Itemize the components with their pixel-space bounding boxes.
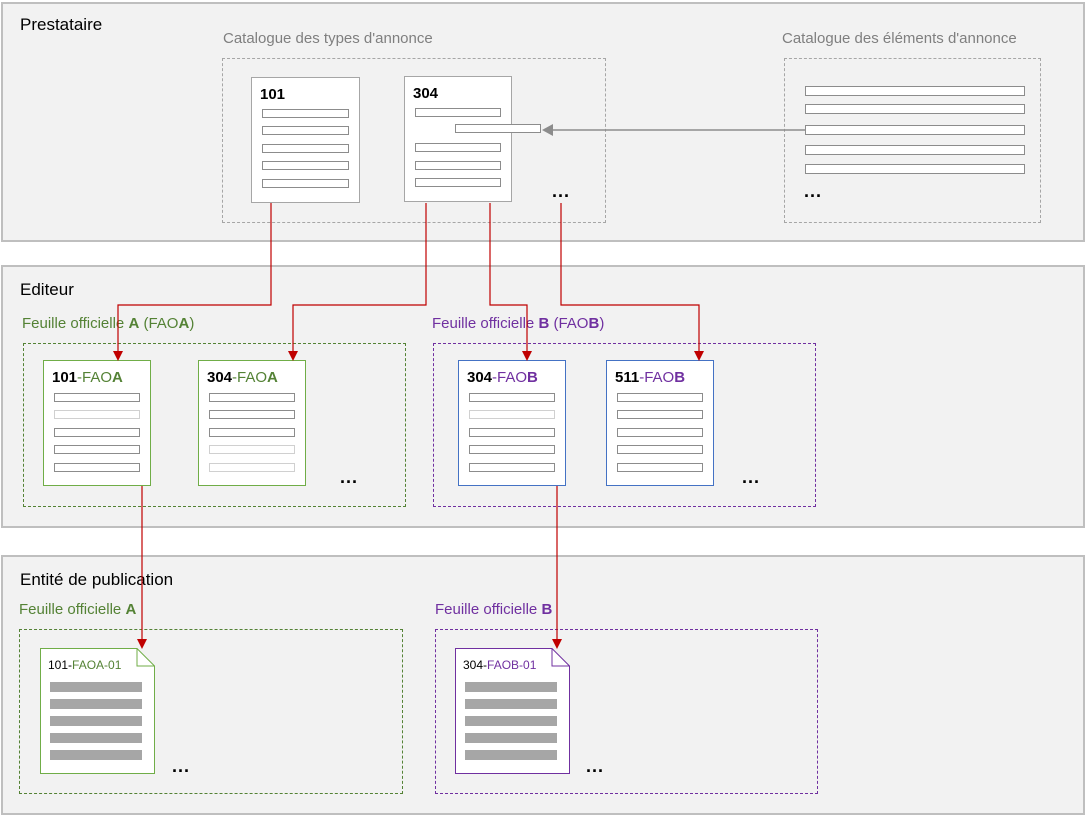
published-document-a-label: 101-FAOA-01 [48,658,122,672]
document-content-bar [50,716,142,726]
editor-card-101-faoa[interactable]: 101-FAOA [43,360,151,486]
document-content-bar [465,750,557,760]
template-card-101[interactable]: 101 [251,77,360,203]
published-document-a[interactable]: 101-FAOA-01 [40,648,155,774]
editor-sheet-a-label: Feuille officielle A (FAOA) [22,315,195,332]
document-content-bar [50,750,142,760]
editor-card-511-faob[interactable]: 511-FAOB [606,360,714,486]
editor-card-title: 304-FAOB [467,369,538,386]
card-line [617,463,703,472]
catalog-elements-box [784,58,1041,223]
document-content-bar [50,682,142,692]
template-line [262,109,349,118]
editor-sheet-b-ellipsis: ... [742,467,761,487]
template-line [262,161,349,170]
publication-sheet-a-label: Feuille officielle A [19,601,137,618]
editor-sheet-b-label: Feuille officielle B (FAOB) [432,315,605,332]
section-title-publication: Entité de publication [20,570,174,589]
card-line [54,428,140,437]
editor-card-304-faoa[interactable]: 304-FAOA [198,360,306,486]
template-line [415,143,501,152]
document-content-bar [465,716,557,726]
document-content-bar [465,682,557,692]
template-line [262,144,349,153]
card-line [469,463,555,472]
editor-card-title: 511-FAOB [615,369,686,386]
template-line [415,161,501,170]
document-content-bar [50,699,142,709]
published-document-b-label: 304-FAOB-01 [463,658,537,672]
card-line [617,428,703,437]
template-card-title: 304 [413,85,439,102]
section-title-prestataire: Prestataire [20,15,103,34]
document-content-bar [465,699,557,709]
editor-card-title: 304-FAOA [207,369,278,386]
document-content-bar [465,733,557,743]
catalog-elements-label: Catalogue des éléments d'annonce [782,30,1017,47]
template-card-304[interactable]: 304 [404,76,541,202]
template-line [415,178,501,187]
editor-sheet-a-ellipsis: ... [340,467,359,487]
publication-a-ellipsis: ... [172,756,191,776]
catalog-elements-ellipsis: ... [804,181,823,201]
card-line [209,410,295,419]
template-card-title: 101 [260,86,286,103]
card-line [617,393,703,402]
card-line-disabled [209,463,295,472]
section-title-editeur: Editeur [20,280,74,299]
catalog-element-line [805,104,1025,114]
catalog-element-line [805,164,1025,174]
card-line [617,410,703,419]
card-line-disabled [54,410,140,419]
card-line-disabled [209,445,295,454]
publication-b-ellipsis: ... [586,756,605,776]
template-line [262,126,349,135]
card-line [54,463,140,472]
card-line [54,393,140,402]
editor-card-304-faob[interactable]: 304-FAOB [458,360,566,486]
card-line [469,393,555,402]
editor-card-title: 101-FAOA [52,369,123,386]
published-document-b[interactable]: 304-FAOB-01 [455,648,570,774]
catalog-types-label: Catalogue des types d'annonce [223,30,433,47]
card-line [54,445,140,454]
template-line [262,179,349,188]
template-line-inserted [455,124,541,133]
catalog-element-line [805,86,1025,96]
document-content-bar [50,733,142,743]
card-line [617,445,703,454]
templates-ellipsis: ... [552,181,571,201]
catalog-element-line [805,125,1025,135]
card-line [209,393,295,402]
catalog-element-line [805,145,1025,155]
card-line [469,428,555,437]
card-line-disabled [469,410,555,419]
card-line [469,445,555,454]
card-line [209,428,295,437]
template-line [415,108,501,117]
publication-sheet-b-label: Feuille officielle B [435,601,553,618]
